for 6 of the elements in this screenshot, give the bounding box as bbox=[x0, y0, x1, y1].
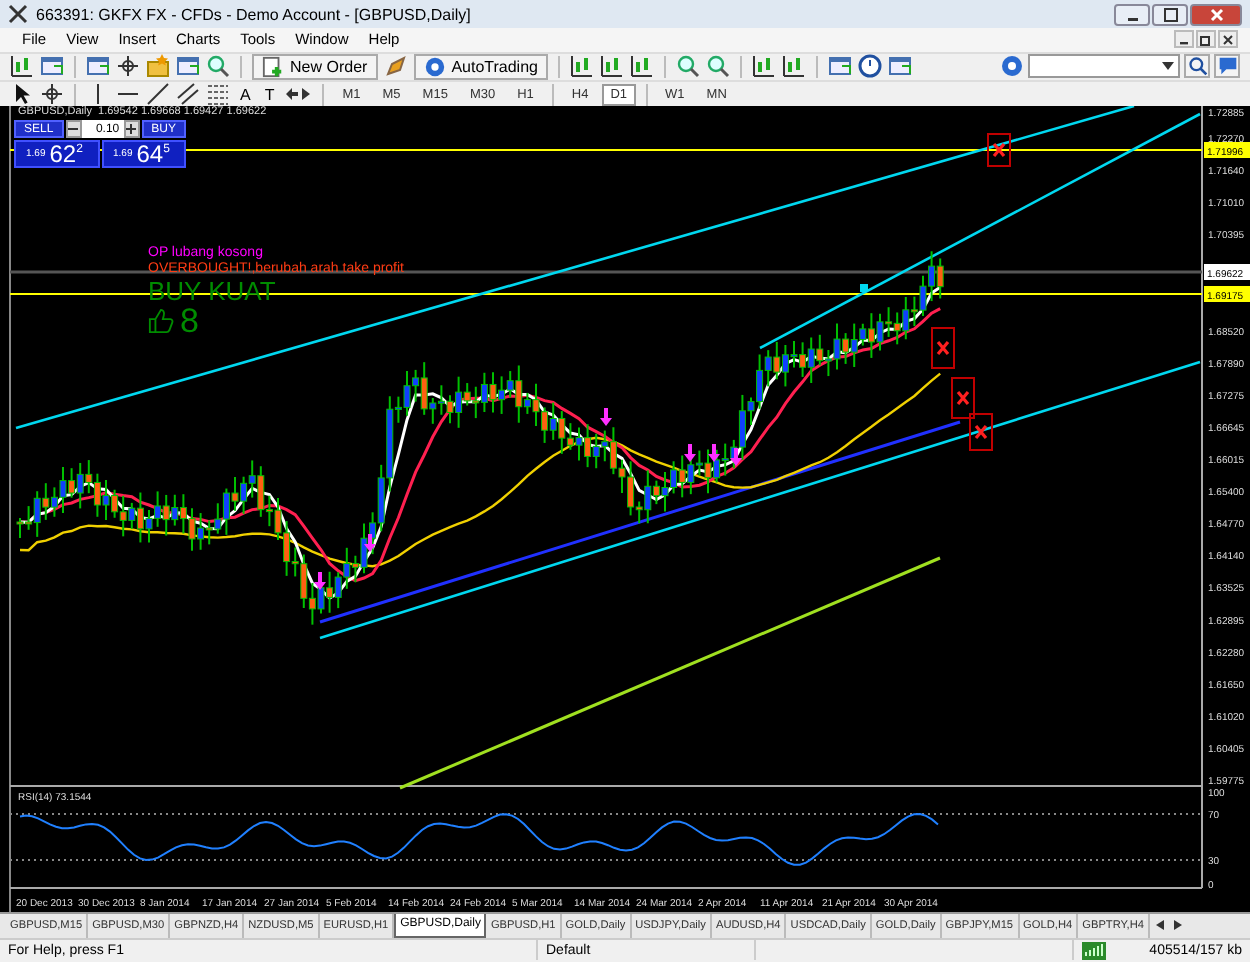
text-tool[interactable]: A bbox=[236, 85, 255, 104]
new-order-button[interactable]: New Order bbox=[252, 53, 378, 80]
autotrading-button[interactable]: AutoTrading bbox=[413, 53, 548, 80]
text-tool[interactable]: T bbox=[260, 85, 279, 104]
strength-value: 8 bbox=[180, 304, 199, 339]
window-title: 663391: GKFX FX - CFDs - Demo Account - [GBPUSD,Daily] bbox=[36, 5, 471, 24]
